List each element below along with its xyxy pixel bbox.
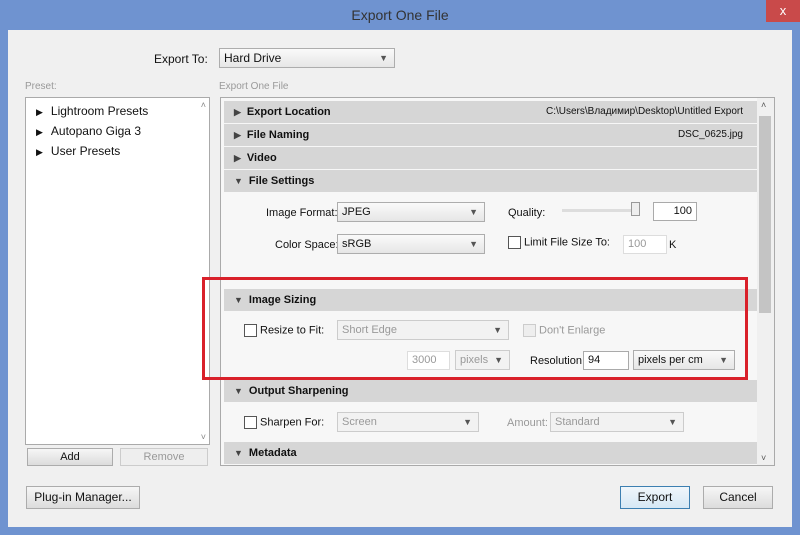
chevron-down-icon: ▼ bbox=[469, 239, 478, 249]
window-title: Export One File bbox=[351, 7, 449, 23]
sharpen-for-value: Screen bbox=[342, 416, 377, 428]
cancel-button[interactable]: Cancel bbox=[703, 486, 773, 509]
export-to-label: Export To: bbox=[154, 52, 208, 66]
expand-icon: ▶ bbox=[36, 107, 43, 117]
image-format-label: Image Format: bbox=[266, 207, 338, 219]
quality-input[interactable]: 100 bbox=[653, 202, 697, 221]
export-to-value: Hard Drive bbox=[224, 51, 282, 65]
sharpen-for-label: Sharpen For: bbox=[260, 416, 325, 429]
section-file-settings[interactable]: ▼ File Settings bbox=[224, 170, 757, 192]
image-format-select[interactable]: JPEG ▼ bbox=[337, 202, 485, 222]
preset-item-label: Autopano Giga 3 bbox=[50, 124, 141, 138]
section-output-sharpening[interactable]: ▼ Output Sharpening bbox=[224, 380, 757, 402]
scroll-up-icon[interactable]: ˄ bbox=[201, 100, 206, 110]
preset-item[interactable]: ▶ Lightroom Presets bbox=[36, 104, 148, 118]
section-metadata[interactable]: ▼ Metadata bbox=[224, 442, 757, 464]
preset-list[interactable]: ▶ Lightroom Presets ▶ Autopano Giga 3 ▶ Use… bbox=[25, 97, 210, 445]
preset-label: Preset: bbox=[25, 81, 57, 92]
expand-icon: ▶ bbox=[36, 147, 43, 157]
section-file-naming[interactable]: ▶ File Naming DSC_0625.jpg bbox=[224, 124, 757, 146]
quality-slider-thumb[interactable] bbox=[631, 202, 640, 216]
sharpen-for-select[interactable]: Screen ▼ bbox=[337, 412, 479, 432]
quality-label: Quality: bbox=[508, 207, 546, 219]
color-space-value: sRGB bbox=[342, 238, 372, 250]
color-space-label: Color Space: bbox=[275, 239, 339, 251]
plugin-manager-button[interactable]: Plug-in Manager... bbox=[26, 486, 140, 509]
chevron-down-icon: ▼ bbox=[469, 207, 478, 217]
limit-unit: K bbox=[669, 239, 677, 251]
scroll-down-icon[interactable]: ˅ bbox=[201, 432, 206, 442]
section-title: Video bbox=[246, 152, 277, 164]
add-preset-button[interactable]: Add bbox=[27, 448, 113, 466]
scroll-down-icon[interactable]: ˅ bbox=[761, 453, 766, 463]
collapse-icon: ▼ bbox=[234, 386, 243, 396]
collapse-icon: ▼ bbox=[234, 176, 243, 186]
section-export-location[interactable]: ▶ Export Location C:\Users\Владимир\Deskto… bbox=[224, 101, 757, 123]
scroll-up-icon[interactable]: ˄ bbox=[761, 100, 766, 110]
chevron-down-icon: ▼ bbox=[379, 53, 388, 63]
preset-item-label: User Presets bbox=[50, 144, 121, 158]
limit-file-size-label: Limit File Size To: bbox=[524, 236, 610, 249]
close-button[interactable]: x bbox=[766, 0, 800, 22]
export-button[interactable]: Export bbox=[620, 486, 690, 509]
amount-select[interactable]: Standard ▼ bbox=[550, 412, 684, 432]
expand-icon: ▶ bbox=[234, 107, 241, 117]
section-title: File Settings bbox=[248, 175, 315, 187]
preset-item[interactable]: ▶ User Presets bbox=[36, 144, 120, 158]
sharpen-for-checkbox[interactable] bbox=[244, 416, 257, 429]
expand-icon: ▶ bbox=[234, 153, 241, 163]
chevron-down-icon: ▼ bbox=[463, 417, 472, 427]
color-space-select[interactable]: sRGB ▼ bbox=[337, 234, 485, 254]
collapse-icon: ▼ bbox=[234, 448, 243, 458]
chevron-down-icon: ▼ bbox=[668, 417, 677, 427]
section-title: Output Sharpening bbox=[248, 385, 349, 397]
limit-file-size-checkbox[interactable] bbox=[508, 236, 521, 249]
expand-icon: ▶ bbox=[234, 130, 241, 140]
limit-file-size-input[interactable]: 100 bbox=[623, 235, 667, 254]
export-to-select[interactable]: Hard Drive ▼ bbox=[219, 48, 395, 68]
file-naming-value: DSC_0625.jpg bbox=[677, 129, 743, 140]
section-title: File Naming bbox=[246, 129, 310, 141]
section-title: Export Location bbox=[246, 106, 331, 118]
highlight-box bbox=[202, 277, 748, 380]
scrollbar[interactable]: ˄ ˅ bbox=[757, 98, 774, 465]
expand-icon: ▶ bbox=[36, 127, 43, 137]
amount-value: Standard bbox=[555, 416, 600, 428]
image-format-value: JPEG bbox=[342, 206, 371, 218]
scrollbar-thumb[interactable] bbox=[759, 116, 771, 313]
sharpen-for[interactable]: Sharpen For: bbox=[244, 416, 324, 429]
section-title: Metadata bbox=[248, 447, 297, 459]
export-location-value: C:\Users\Владимир\Desktop\Untitled Expor… bbox=[545, 106, 743, 117]
panel-title: Export One File bbox=[219, 81, 289, 92]
limit-file-size[interactable]: Limit File Size To: bbox=[508, 236, 610, 249]
preset-item-label: Lightroom Presets bbox=[50, 104, 149, 118]
quality-slider[interactable] bbox=[562, 209, 638, 212]
section-video[interactable]: ▶ Video bbox=[224, 147, 757, 169]
remove-preset-button[interactable]: Remove bbox=[120, 448, 208, 466]
amount-label: Amount: bbox=[507, 417, 548, 429]
preset-item[interactable]: ▶ Autopano Giga 3 bbox=[36, 124, 141, 138]
